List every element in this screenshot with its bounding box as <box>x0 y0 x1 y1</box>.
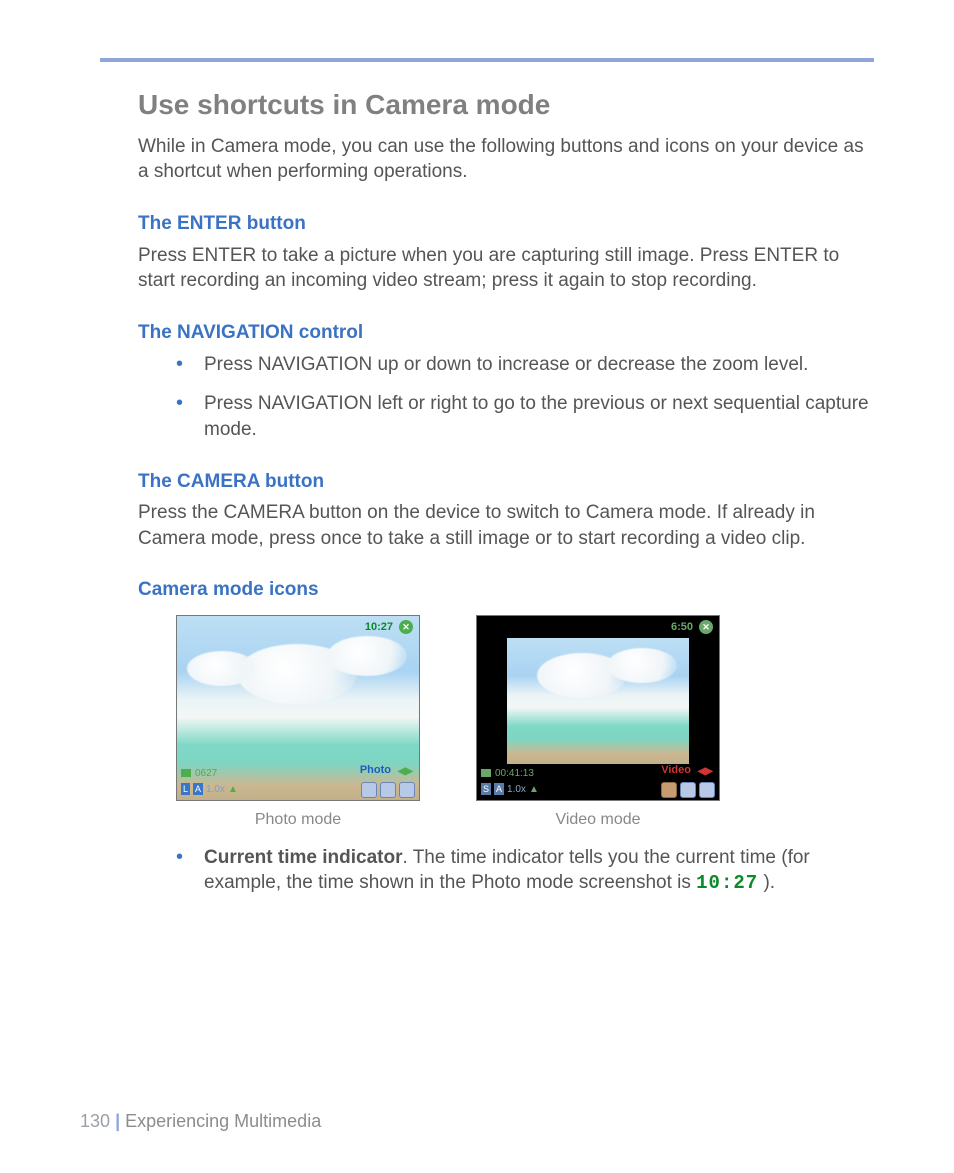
tool-icon <box>399 782 415 798</box>
tool-icon <box>361 782 377 798</box>
storage-icon <box>481 769 491 777</box>
bullet-text: Press NAVIGATION left or right to go to … <box>204 393 869 440</box>
tool-icon <box>680 782 696 798</box>
close-icon: ✕ <box>699 620 713 634</box>
page-number: 130 <box>80 1111 110 1131</box>
mode-label: Photo <box>360 763 391 778</box>
top-rule <box>100 58 874 62</box>
mode-label: Video <box>661 763 691 778</box>
page-footer: 130 | Experiencing Multimedia <box>80 1109 321 1133</box>
list-item: Current time indicator. The time indicat… <box>176 845 874 897</box>
list-item: Press NAVIGATION left or right to go to … <box>176 391 874 442</box>
tool-icon <box>699 782 715 798</box>
close-icon: ✕ <box>399 620 413 634</box>
screenshot-photo-mode: 10:27 ✕ Photo ◀▶ 0627 LA1.0x▲ <box>176 615 420 801</box>
bottom-right-icons <box>661 782 715 798</box>
body-enter: Press ENTER to take a picture when you a… <box>138 243 874 294</box>
heading-camera-icons: Camera mode icons <box>138 577 874 603</box>
tool-icon <box>380 782 396 798</box>
caption-video: Video mode <box>476 809 720 831</box>
caption-photo: Photo mode <box>176 809 420 831</box>
counter-text: 0627 <box>195 767 217 781</box>
heading-camera: The CAMERA button <box>138 469 874 495</box>
arrows-icon: ◀▶ <box>398 765 413 779</box>
chapter-name: Experiencing Multimedia <box>125 1111 321 1131</box>
tool-icon <box>661 782 677 798</box>
counter-row: 0627 <box>181 767 217 781</box>
heading-navigation: The NAVIGATION control <box>138 320 874 346</box>
bullet-strong: Current time indicator <box>204 847 402 868</box>
bullet-text: Press NAVIGATION up or down to increase … <box>204 354 808 375</box>
heading-enter: The ENTER button <box>138 211 874 237</box>
body-camera: Press the CAMERA button on the device to… <box>138 500 874 551</box>
time-indicator: 6:50 <box>671 620 693 635</box>
footer-divider: | <box>115 1111 125 1131</box>
storage-icon <box>181 769 191 777</box>
figure-row: 10:27 ✕ Photo ◀▶ 0627 LA1.0x▲ Photo mode… <box>176 615 874 831</box>
figure-photo: 10:27 ✕ Photo ◀▶ 0627 LA1.0x▲ Photo mode <box>176 615 420 831</box>
time-indicator: 10:27 <box>365 620 393 635</box>
screenshot-video-mode: 6:50 ✕ Video ◀▶ 00:41:13 SA1.0x▲ <box>476 615 720 801</box>
bottom-right-icons <box>361 782 415 798</box>
status-row: LA1.0x▲ <box>181 783 238 797</box>
counter-text: 00:41:13 <box>495 767 534 781</box>
counter-row: 00:41:13 <box>481 767 534 781</box>
nav-bullet-list: Press NAVIGATION up or down to increase … <box>176 352 874 443</box>
intro-text: While in Camera mode, you can use the fo… <box>138 134 874 185</box>
bullet-text-2: ). <box>758 872 775 893</box>
list-item: Press NAVIGATION up or down to increase … <box>176 352 874 378</box>
status-row: SA1.0x▲ <box>481 783 539 797</box>
desc-bullet-list: Current time indicator. The time indicat… <box>176 845 874 897</box>
arrows-icon: ◀▶ <box>698 765 713 779</box>
figure-video: 6:50 ✕ Video ◀▶ 00:41:13 SA1.0x▲ Video m… <box>476 615 720 831</box>
time-example: 10:27 <box>696 872 758 894</box>
page-title: Use shortcuts in Camera mode <box>138 86 874 124</box>
